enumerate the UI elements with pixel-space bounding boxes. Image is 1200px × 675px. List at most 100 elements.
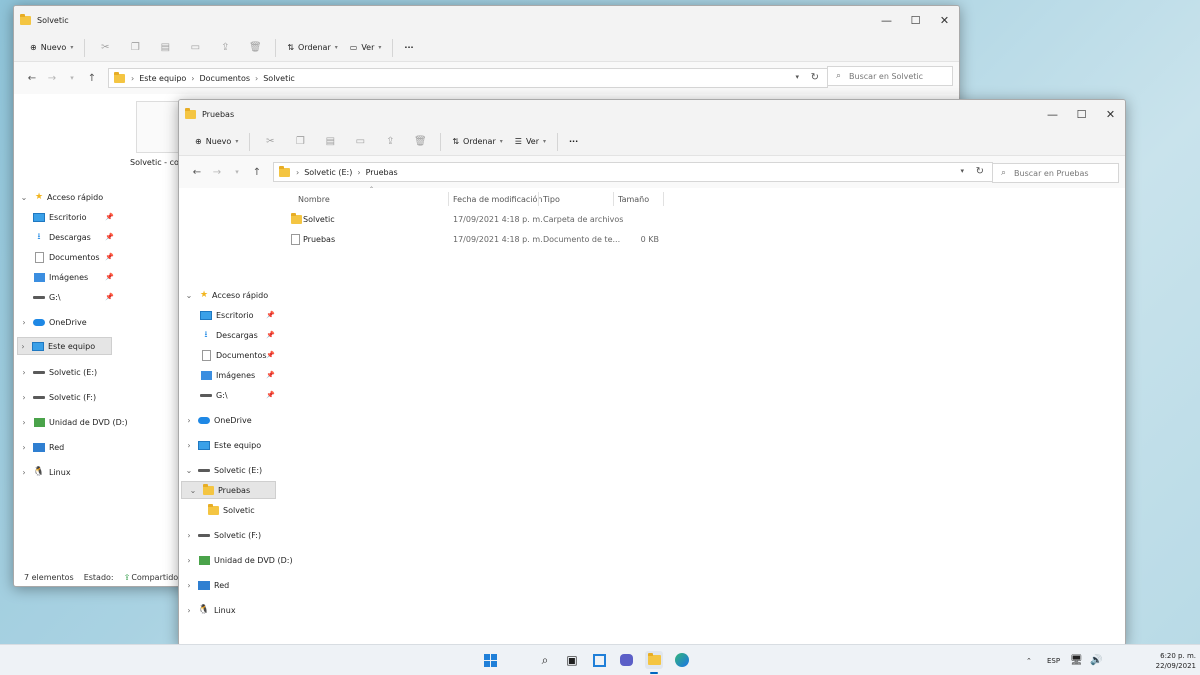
back-arrow-icon[interactable]: ←	[22, 73, 42, 84]
breadcrumb[interactable]: Pruebas	[366, 168, 398, 177]
sidebar-item-onedrive[interactable]: › OneDrive	[184, 411, 251, 429]
sidebar-item-dvd[interactable]: › Unidad de DVD (D:)	[19, 413, 128, 431]
sidebar-item-this-pc[interactable]: › Este equipo	[17, 337, 112, 355]
column-header-type[interactable]: Tipo	[543, 191, 560, 207]
chevron-down-icon[interactable]: ▾	[960, 167, 964, 175]
taskbar: ⌕ ▣ ⌃ ESP 🖥 🔊 6:20 p. m. 22/09/2021	[0, 644, 1200, 675]
cut-icon[interactable]: ✂	[98, 41, 112, 55]
search-icon: ⌕	[836, 71, 842, 81]
titlebar[interactable]: Pruebas — ☐ ✕	[179, 100, 1125, 128]
forward-arrow-icon[interactable]: →	[207, 167, 227, 178]
sidebar-item-g-drive[interactable]: G:\ 📌	[33, 288, 114, 306]
breadcrumb[interactable]: Solvetic (E:)	[304, 168, 352, 177]
rename-icon[interactable]: ▭	[353, 135, 367, 149]
forward-arrow-icon[interactable]: →	[42, 73, 62, 84]
close-button[interactable]: ✕	[930, 6, 959, 34]
breadcrumb[interactable]: Solvetic	[263, 74, 295, 83]
sidebar-item-pictures[interactable]: Imágenes 📌	[200, 366, 275, 384]
sidebar-item-downloads[interactable]: ⭳ Descargas 📌	[200, 326, 274, 344]
front-explorer-window[interactable]: Pruebas — ☐ ✕ ⊕ Nuevo ▾ ✂ ❐ ▤ ▭ ⇪ 🗑 ⇅ Orden…	[178, 99, 1126, 646]
sidebar-item-this-pc[interactable]: › Este equipo	[184, 436, 261, 454]
paste-icon[interactable]: ▤	[158, 41, 172, 55]
sidebar-item-documents[interactable]: Documentos 📌	[33, 248, 114, 266]
sidebar-item-network[interactable]: › Red	[184, 576, 229, 594]
share-icon[interactable]: ⇪	[218, 41, 232, 55]
maximize-button[interactable]: ☐	[901, 6, 930, 34]
search-input[interactable]: ⌕ Buscar en Pruebas	[992, 163, 1119, 183]
sidebar-item-pruebas[interactable]: ⌄ Pruebas	[181, 481, 276, 499]
sidebar-item-drive-f[interactable]: › Solvetic (F:)	[184, 526, 261, 544]
breadcrumb[interactable]: Documentos	[200, 74, 251, 83]
sidebar-item-network[interactable]: › Red	[19, 438, 64, 456]
copy-icon[interactable]: ❐	[293, 135, 307, 149]
sidebar-item-linux[interactable]: › 🐧 Linux	[184, 601, 235, 619]
network-tray-icon[interactable]: 🖥	[1070, 645, 1083, 675]
cut-icon[interactable]: ✂	[263, 135, 277, 149]
sidebar-item-drive-e[interactable]: ⌄ Solvetic (E:)	[184, 461, 263, 479]
chevron-down-icon[interactable]: ▾	[795, 73, 799, 81]
titlebar[interactable]: Solvetic — ☐ ✕	[14, 6, 959, 34]
sidebar-item-documents[interactable]: Documentos 📌	[200, 346, 275, 364]
file-thumbnail[interactable]	[136, 101, 181, 153]
file-explorer-icon[interactable]	[645, 651, 663, 669]
sidebar-item-onedrive[interactable]: › OneDrive	[19, 313, 86, 331]
minimize-button[interactable]: —	[1038, 100, 1067, 128]
close-button[interactable]: ✕	[1096, 100, 1125, 128]
column-header-size[interactable]: Tamaño	[618, 191, 649, 207]
sidebar-item-g-drive[interactable]: G:\ 📌	[200, 386, 275, 404]
search-input[interactable]: ⌕ Buscar en Solvetic	[827, 66, 953, 86]
file-row[interactable]: Pruebas 17/09/2021 4:18 p. m. Documento …	[289, 230, 659, 248]
sidebar-item-desktop[interactable]: Escritorio 📌	[200, 306, 275, 324]
start-button[interactable]	[481, 651, 499, 669]
edge-icon[interactable]	[673, 651, 691, 669]
more-button[interactable]: ···	[398, 37, 419, 59]
widgets-icon[interactable]	[590, 651, 608, 669]
sidebar-item-linux[interactable]: › 🐧 Linux	[19, 463, 70, 481]
file-row[interactable]: Solvetic 17/09/2021 4:18 p. m. Carpeta d…	[289, 210, 669, 228]
sidebar-item-quick-access[interactable]: ⌄ ★ Acceso rápido	[19, 188, 103, 206]
up-arrow-icon[interactable]: ↑	[82, 73, 102, 84]
sidebar-item-drive-f[interactable]: › Solvetic (F:)	[19, 388, 96, 406]
more-button[interactable]: ···	[563, 131, 584, 153]
chat-icon[interactable]	[617, 651, 635, 669]
sidebar-item-solvetic-folder[interactable]: Solvetic	[207, 501, 255, 519]
view-button[interactable]: ☰ Ver ▾	[509, 131, 552, 153]
column-header-date[interactable]: Fecha de modificación	[453, 191, 542, 207]
search-icon[interactable]: ⌕	[536, 651, 554, 669]
column-header-name[interactable]: Nombre	[298, 191, 330, 207]
sort-button[interactable]: ⇅ Ordenar ▾	[446, 131, 508, 153]
language-indicator[interactable]: ESP	[1047, 645, 1060, 675]
task-view-icon[interactable]: ▣	[563, 651, 581, 669]
breadcrumb[interactable]: Este equipo	[139, 74, 186, 83]
show-hidden-icons[interactable]: ⌃	[1026, 645, 1032, 675]
minimize-button[interactable]: —	[872, 6, 901, 34]
view-button[interactable]: ▭ Ver ▾	[344, 37, 388, 59]
rename-icon[interactable]: ▭	[188, 41, 202, 55]
computer-icon	[32, 341, 44, 351]
back-arrow-icon[interactable]: ←	[187, 167, 207, 178]
sidebar-item-dvd[interactable]: › Unidad de DVD (D:)	[184, 551, 293, 569]
sidebar-item-pictures[interactable]: Imágenes 📌	[33, 268, 114, 286]
sort-button[interactable]: ⇅ Ordenar ▾	[281, 37, 343, 59]
new-button[interactable]: ⊕ Nuevo ▾	[24, 37, 79, 59]
sidebar-item-desktop[interactable]: Escritorio 📌	[33, 208, 114, 226]
delete-icon[interactable]: 🗑	[248, 41, 262, 55]
address-bar[interactable]: › Este equipo › Documentos › Solvetic ▾ …	[108, 68, 828, 88]
copy-icon[interactable]: ❐	[128, 41, 142, 55]
sidebar-item-drive-e[interactable]: › Solvetic (E:)	[19, 363, 97, 381]
sidebar-item-downloads[interactable]: ⭳ Descargas 📌	[33, 228, 113, 246]
new-button[interactable]: ⊕ Nuevo ▾	[189, 131, 244, 153]
delete-icon[interactable]: 🗑	[413, 135, 427, 149]
clock[interactable]: 6:20 p. m. 22/09/2021	[1110, 645, 1196, 675]
share-icon[interactable]: ⇪	[383, 135, 397, 149]
volume-icon[interactable]: 🔊	[1090, 645, 1102, 675]
sidebar-item-quick-access[interactable]: ⌄ ★ Acceso rápido	[184, 286, 268, 304]
refresh-icon[interactable]: ↻	[811, 72, 819, 83]
up-arrow-icon[interactable]: ↑	[247, 167, 267, 178]
recent-chevron-icon[interactable]: ▾	[227, 168, 247, 176]
maximize-button[interactable]: ☐	[1067, 100, 1096, 128]
refresh-icon[interactable]: ↻	[976, 166, 984, 177]
paste-icon[interactable]: ▤	[323, 135, 337, 149]
address-bar[interactable]: › Solvetic (E:) › Pruebas ▾ ↻	[273, 162, 993, 182]
recent-chevron-icon[interactable]: ▾	[62, 74, 82, 82]
